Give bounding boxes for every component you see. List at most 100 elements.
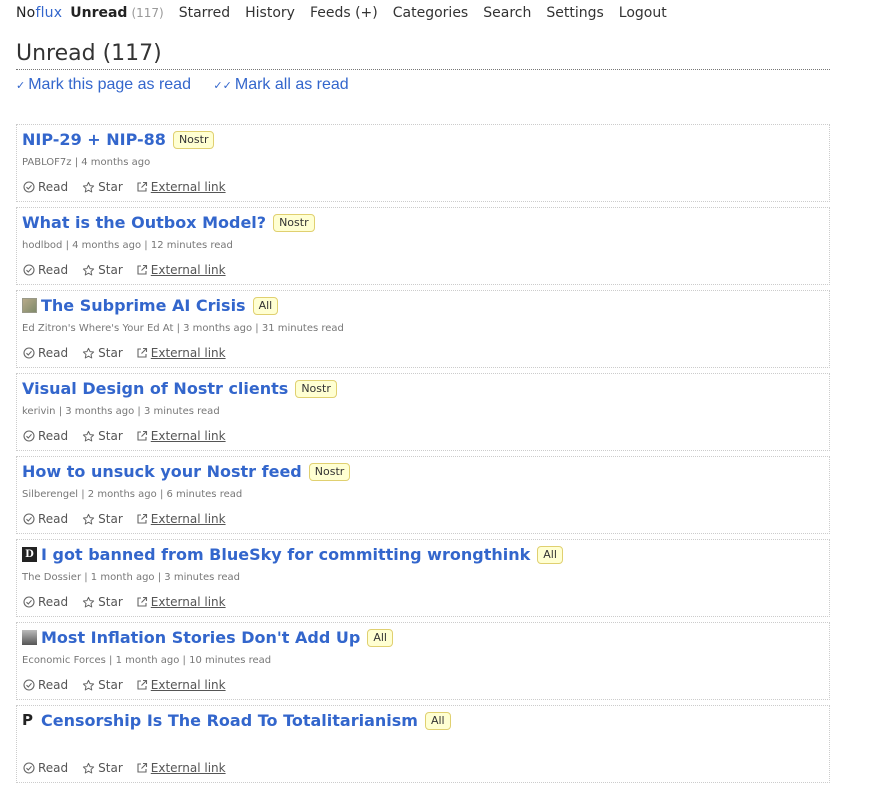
entry-title-row: How to unsuck your Nostr feed Nostr [22, 462, 351, 481]
read-label: Read [38, 429, 69, 443]
star-icon [83, 679, 95, 690]
star-button[interactable]: Star [82, 761, 123, 775]
star-button[interactable]: Star [82, 263, 123, 277]
entry-title-link[interactable]: I got banned from BlueSky for committing… [41, 545, 530, 564]
entry-actions: Read Star External link [23, 429, 226, 443]
entry-item: D I got banned from BlueSky for committi… [16, 539, 830, 617]
external-link-label: External link [150, 263, 226, 277]
nav-feeds[interactable]: Feeds (+) [310, 5, 378, 21]
read-button[interactable]: Read [23, 678, 68, 692]
read-button[interactable]: Read [23, 180, 68, 194]
star-button[interactable]: Star [82, 346, 123, 360]
category-badge[interactable]: Nostr [273, 213, 315, 232]
app-logo[interactable]: Noflux [16, 5, 62, 21]
entry-item: NIP-29 + NIP-88 Nostr PABLOF7z | 4 month… [16, 124, 830, 202]
entry-title-row: The Subprime AI Crisis All [22, 296, 279, 315]
mark-all-read-link[interactable]: ✓✓ Mark all as read [213, 76, 348, 93]
entry-actions: Read Star External link [23, 263, 226, 277]
entry-title-link[interactable]: How to unsuck your Nostr feed [22, 462, 302, 481]
mark-page-read-label: Mark this page as read [28, 76, 191, 93]
entry-actions: Read Star External link [23, 512, 226, 526]
read-button[interactable]: Read [23, 595, 68, 609]
entry-actions: Read Star External link [23, 761, 226, 775]
entry-meta: Economic Forces | 1 month ago | 10 minut… [22, 655, 272, 666]
external-link-button[interactable]: External link [136, 429, 226, 443]
category-badge[interactable]: Nostr [308, 462, 351, 481]
nav-starred[interactable]: Starred [179, 5, 230, 21]
entry-title-row: Visual Design of Nostr clients Nostr [22, 379, 337, 398]
category-badge[interactable]: All [252, 296, 279, 315]
external-link-icon [137, 181, 147, 192]
read-circle-check-icon [23, 762, 35, 774]
nav-unread[interactable]: Unread [70, 5, 127, 21]
category-badge[interactable]: All [367, 628, 393, 647]
star-icon [83, 347, 95, 358]
entry-actions: Read Star External link [23, 595, 226, 609]
check-icon: ✓ [16, 80, 26, 92]
external-link-label: External link [150, 429, 226, 443]
entry-item: The Subprime AI Crisis All Ed Zitron's W… [16, 290, 830, 368]
entry-title-link[interactable]: What is the Outbox Model? [22, 213, 266, 232]
entry-title-link[interactable]: Visual Design of Nostr clients [22, 379, 288, 398]
read-button[interactable]: Read [23, 346, 68, 360]
external-link-button[interactable]: External link [136, 678, 226, 692]
external-link-label: External link [150, 678, 226, 692]
external-link-button[interactable]: External link [136, 263, 226, 277]
nav-search[interactable]: Search [483, 5, 531, 21]
read-label: Read [38, 678, 69, 692]
read-button[interactable]: Read [23, 429, 68, 443]
star-button[interactable]: Star [82, 180, 123, 194]
star-icon [83, 596, 95, 607]
star-icon [83, 264, 95, 275]
mark-page-read-link[interactable]: ✓ Mark this page as read [16, 76, 191, 93]
entry-meta: Silberengel | 2 months ago | 6 minutes r… [22, 489, 243, 500]
external-link-button[interactable]: External link [136, 595, 226, 609]
external-link-label: External link [150, 595, 226, 609]
entry-list: NIP-29 + NIP-88 Nostr PABLOF7z | 4 month… [16, 124, 830, 788]
entry-title-link[interactable]: NIP-29 + NIP-88 [22, 130, 166, 149]
external-link-icon [137, 347, 147, 358]
star-label: Star [98, 512, 123, 526]
star-button[interactable]: Star [82, 429, 123, 443]
entry-meta: PABLOF7z | 4 months ago [22, 157, 151, 168]
entry-title-row: Most Inflation Stories Don't Add Up All [22, 628, 393, 647]
external-link-button[interactable]: External link [136, 346, 226, 360]
entry-title-link[interactable]: The Subprime AI Crisis [41, 296, 246, 315]
read-button[interactable]: Read [23, 512, 68, 526]
entry-title-row: NIP-29 + NIP-88 Nostr [22, 130, 215, 149]
nav-history[interactable]: History [245, 5, 295, 21]
nav-categories[interactable]: Categories [393, 5, 468, 21]
entry-title-row: What is the Outbox Model? Nostr [22, 213, 315, 232]
read-button[interactable]: Read [23, 761, 68, 775]
nav-settings[interactable]: Settings [546, 5, 603, 21]
nav-logout[interactable]: Logout [619, 5, 667, 21]
mark-all-read-label: Mark all as read [234, 76, 349, 93]
read-label: Read [38, 512, 69, 526]
category-badge[interactable]: Nostr [295, 379, 337, 398]
feed-icon [22, 630, 37, 645]
external-link-button[interactable]: External link [136, 512, 226, 526]
category-badge[interactable]: Nostr [172, 130, 215, 149]
entry-item: Visual Design of Nostr clients Nostr ker… [16, 373, 830, 451]
external-link-icon [137, 679, 147, 690]
star-label: Star [98, 595, 123, 609]
entry-meta: The Dossier | 1 month ago | 3 minutes re… [22, 572, 240, 583]
external-link-button[interactable]: External link [136, 180, 226, 194]
external-link-label: External link [150, 180, 226, 194]
top-navigation: Noflux Unread (117) Starred History Feed… [16, 3, 682, 23]
external-link-icon [137, 596, 147, 607]
logo-part-no: No [16, 5, 36, 21]
external-link-button[interactable]: External link [136, 761, 226, 775]
entry-item: How to unsuck your Nostr feed Nostr Silb… [16, 456, 830, 534]
star-button[interactable]: Star [82, 512, 123, 526]
star-button[interactable]: Star [82, 595, 123, 609]
star-button[interactable]: Star [82, 678, 123, 692]
read-button[interactable]: Read [23, 263, 68, 277]
external-link-icon [137, 264, 147, 275]
star-label: Star [98, 180, 123, 194]
entry-actions: Read Star External link [23, 678, 226, 692]
category-badge[interactable]: All [537, 545, 563, 564]
entry-item: P Censorship Is The Road To Totalitarian… [16, 705, 830, 783]
read-circle-check-icon [23, 679, 35, 691]
entry-title-link[interactable]: Most Inflation Stories Don't Add Up [41, 628, 360, 647]
